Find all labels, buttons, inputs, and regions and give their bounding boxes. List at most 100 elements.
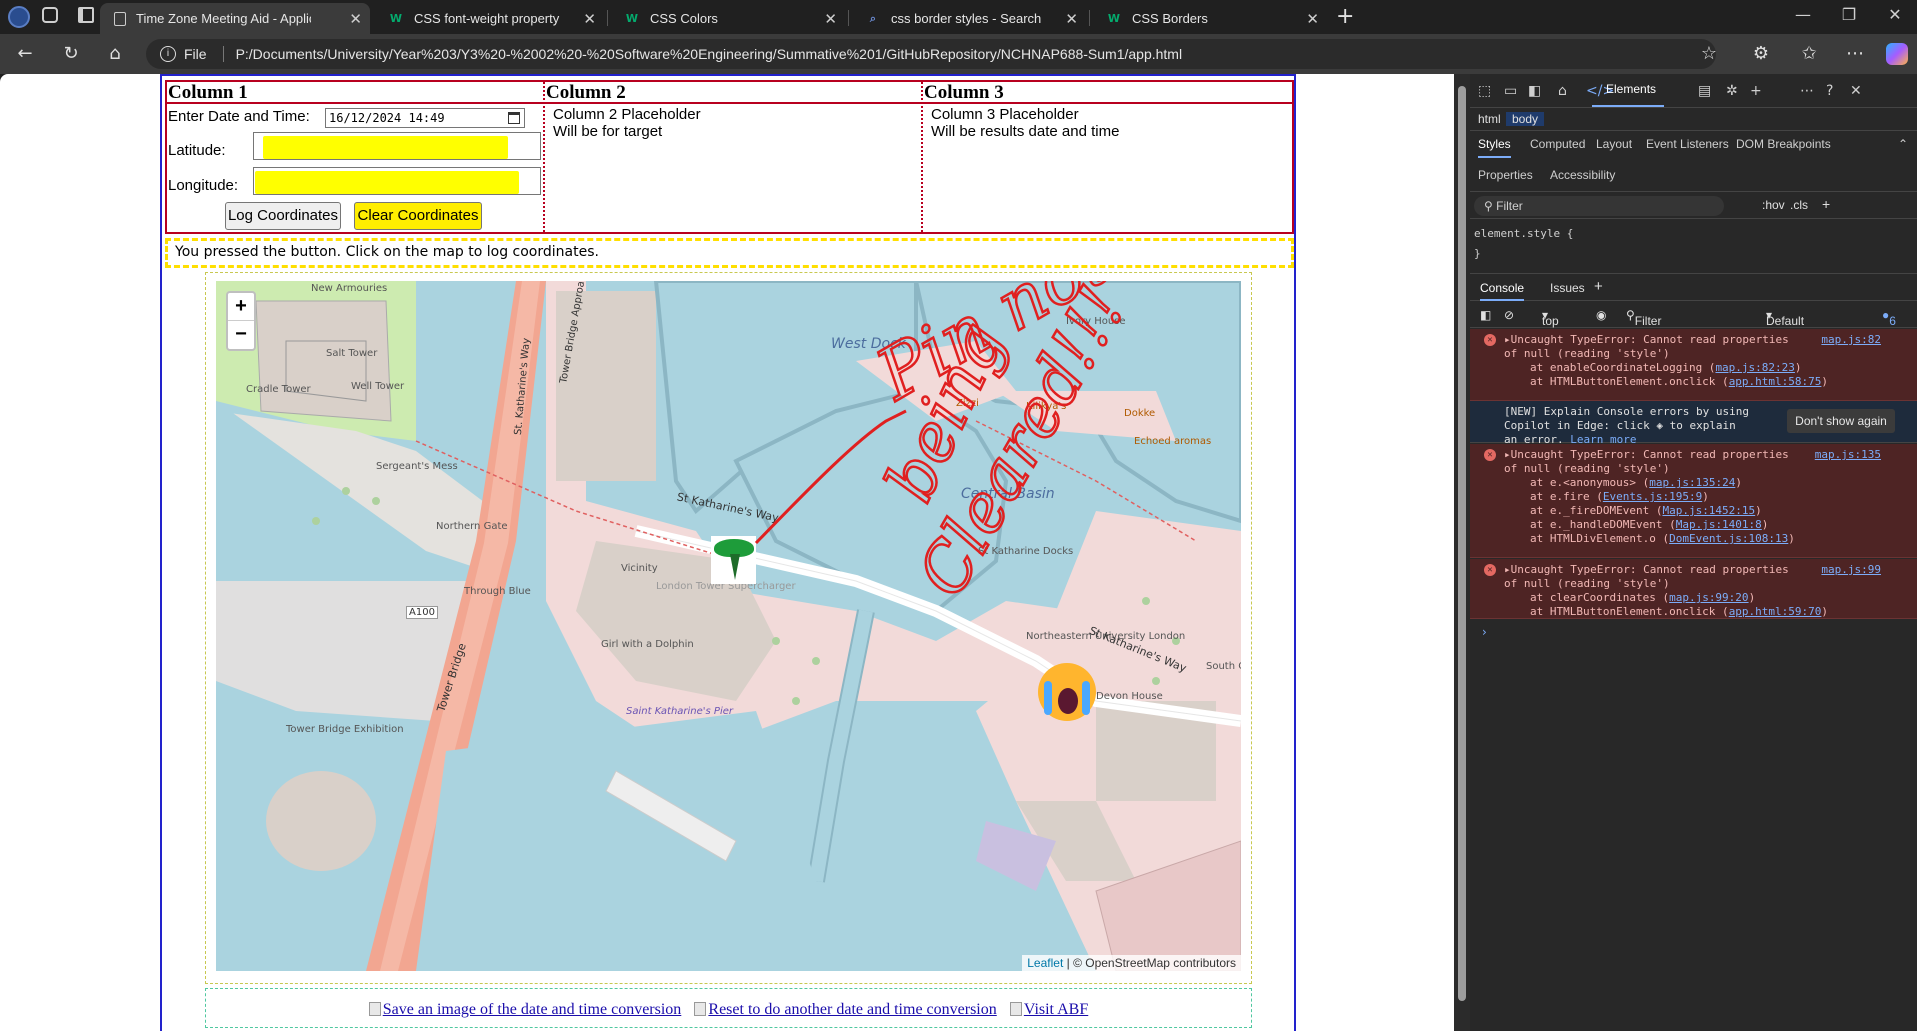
tab-css-borders[interactable]: W CSS Borders ✕ xyxy=(1092,3,1327,34)
sidebar-toggle-icon[interactable]: ◧ xyxy=(1480,308,1491,322)
stack-link[interactable]: app.html:58:75 xyxy=(1729,375,1822,388)
tab-css-colors[interactable]: W CSS Colors ✕ xyxy=(610,3,845,34)
close-tab-icon[interactable]: ✕ xyxy=(824,10,837,28)
close-tab-icon[interactable]: ✕ xyxy=(1306,10,1319,28)
tab-css-font-weight[interactable]: W CSS font-weight property ✕ xyxy=(374,3,604,34)
error-source-link[interactable]: map.js:99 xyxy=(1821,563,1881,577)
breadcrumb-html[interactable]: html xyxy=(1478,112,1501,126)
tab-event-listeners[interactable]: Event Listeners xyxy=(1646,137,1729,151)
context-selector[interactable]: top ▾ xyxy=(1542,308,1559,328)
close-devtools-icon[interactable]: ✕ xyxy=(1850,83,1862,99)
tab-styles[interactable]: Styles xyxy=(1478,137,1511,158)
close-tab-icon[interactable]: ✕ xyxy=(1065,10,1078,28)
visit-abf-link[interactable]: Visit ABF xyxy=(1009,1001,1088,1018)
console-panel-icon[interactable]: ▤ xyxy=(1698,83,1711,99)
tab-layout[interactable]: Layout xyxy=(1596,137,1632,151)
tab-actions-icon[interactable] xyxy=(78,7,94,23)
console-filter-placeholder: Filter xyxy=(1634,314,1662,328)
save-image-link[interactable]: Save an image of the date and time conve… xyxy=(368,1001,681,1018)
tab-title: CSS Borders xyxy=(1132,11,1208,26)
console-error[interactable]: ✕ ▸Uncaught TypeError: Cannot read prope… xyxy=(1470,444,1917,558)
stack-link[interactable]: Map.js:1401:8 xyxy=(1676,518,1762,531)
back-button[interactable]: ← xyxy=(12,42,38,66)
console-filter-input[interactable]: ⚲ Filter xyxy=(1626,308,1661,328)
error-source-link[interactable]: map.js:135 xyxy=(1815,448,1881,462)
leaflet-link[interactable]: Leaflet xyxy=(1027,956,1063,970)
reset-link[interactable]: Reset to do another date and time conver… xyxy=(694,1001,997,1018)
restore-button[interactable]: ❐ xyxy=(1826,5,1872,24)
dock-side-icon[interactable]: ◧ xyxy=(1528,83,1541,99)
map-label: Sergeant's Mess xyxy=(376,461,458,472)
live-expression-icon[interactable]: ◉ xyxy=(1596,308,1606,322)
close-window-button[interactable]: ✕ xyxy=(1872,5,1917,24)
log-levels-dropdown[interactable]: Default levels ▾ xyxy=(1766,308,1804,342)
collapse-icon[interactable]: ⌃ xyxy=(1898,137,1908,151)
minimize-button[interactable]: — xyxy=(1780,5,1826,24)
device-emulation-icon[interactable]: ▭ xyxy=(1504,83,1517,99)
refresh-button[interactable]: ↻ xyxy=(58,42,84,66)
debug-icon[interactable]: ✲ xyxy=(1726,83,1738,99)
stack-link[interactable]: app.html:59:70 xyxy=(1729,605,1822,618)
page-scrollbar[interactable] xyxy=(1454,74,1470,1031)
tab-computed[interactable]: Computed xyxy=(1530,137,1585,151)
info-icon[interactable]: i xyxy=(160,46,176,62)
calendar-icon[interactable] xyxy=(508,112,520,124)
datetime-input[interactable]: 16/12/2024 14:49 xyxy=(325,108,525,128)
stack-link[interactable]: Map.js:1452:15 xyxy=(1662,504,1755,517)
add-drawer-tab-icon[interactable]: + xyxy=(1594,278,1603,295)
stack-link[interactable]: map.js:82:23 xyxy=(1715,361,1794,374)
inspect-icon[interactable]: ⬚ xyxy=(1478,83,1491,99)
new-rule-icon[interactable]: + xyxy=(1822,196,1830,212)
clear-coordinates-button[interactable]: Clear Coordinates xyxy=(354,202,482,230)
more-menu-icon[interactable]: ⋯ xyxy=(1842,42,1868,66)
map-label: Zizzi xyxy=(956,398,979,409)
clear-console-icon[interactable]: ⊘ xyxy=(1504,308,1514,322)
styles-filter-input[interactable]: ⚲ Filter xyxy=(1474,196,1724,216)
address-bar[interactable]: i File P:/Documents/University/Year%203/… xyxy=(146,39,1716,69)
tab-issues[interactable]: Issues xyxy=(1550,281,1585,295)
issues-count-badge[interactable]: ● 6 xyxy=(1882,308,1896,328)
log-coordinates-button[interactable]: Log Coordinates xyxy=(225,202,341,230)
scroll-thumb[interactable] xyxy=(1458,86,1466,1001)
console-error[interactable]: ✕ ▸Uncaught TypeError: Cannot read prope… xyxy=(1470,329,1917,401)
console-prompt[interactable]: › xyxy=(1482,625,1487,639)
extensions-icon[interactable]: ⚙ xyxy=(1748,42,1774,66)
tab-time-zone-meeting-aid[interactable]: Time Zone Meeting Aid - Applicat ✕ xyxy=(100,3,370,34)
map-label: Echoed aromas xyxy=(1134,436,1212,447)
console-error[interactable]: ✕ ▸Uncaught TypeError: Cannot read prope… xyxy=(1470,559,1917,619)
stack-frame: at e.fire (Events.js:195:9) xyxy=(1530,490,1709,503)
tab-console[interactable]: Console xyxy=(1480,281,1525,301)
close-tab-icon[interactable]: ✕ xyxy=(349,10,362,28)
zoom-out-button[interactable]: − xyxy=(228,321,254,349)
map-pin-icon[interactable] xyxy=(711,536,756,584)
stack-link[interactable]: map.js:99:20 xyxy=(1669,591,1748,604)
tab-properties[interactable]: Properties xyxy=(1478,168,1533,182)
cls-toggle[interactable]: .cls xyxy=(1790,198,1808,212)
hov-toggle[interactable]: :hov xyxy=(1762,198,1785,212)
breadcrumb-body[interactable]: body xyxy=(1506,112,1545,126)
more-tools-plus-icon[interactable]: + xyxy=(1750,83,1762,99)
close-tab-icon[interactable]: ✕ xyxy=(583,10,596,28)
stack-link[interactable]: map.js:135:24 xyxy=(1649,476,1735,489)
leaflet-map[interactable]: New Armouries Salt Tower Cradle Tower We… xyxy=(216,281,1241,971)
help-icon[interactable]: ? xyxy=(1826,83,1833,99)
tab-accessibility[interactable]: Accessibility xyxy=(1550,168,1615,182)
tab-css-border-styles-search[interactable]: ⌕ css border styles - Search ✕ xyxy=(851,3,1086,34)
tab-elements[interactable]: Elements xyxy=(1591,82,1665,107)
more-options-icon[interactable]: ⋯ xyxy=(1800,83,1814,99)
zoom-in-button[interactable]: + xyxy=(228,293,254,321)
stack-link[interactable]: Events.js:195:9 xyxy=(1603,490,1702,503)
welcome-home-icon[interactable]: ⌂ xyxy=(1558,83,1567,99)
home-button[interactable]: ⌂ xyxy=(102,42,128,66)
copilot-icon[interactable] xyxy=(1886,43,1908,65)
stack-link[interactable]: DomEvent.js:108:13 xyxy=(1669,532,1788,545)
tab-dom-breakpoints[interactable]: DOM Breakpoints xyxy=(1736,137,1831,151)
favorite-star-icon[interactable]: ☆ xyxy=(1696,42,1722,66)
new-tab-button[interactable]: + xyxy=(1336,4,1354,29)
profile-icon[interactable] xyxy=(8,6,30,28)
error-source-link[interactable]: map.js:82 xyxy=(1821,333,1881,347)
dont-show-again-button[interactable]: Don't show again xyxy=(1787,409,1895,433)
element-style-rule: element.style { } xyxy=(1474,224,1573,264)
favorites-icon[interactable]: ✩ xyxy=(1796,42,1822,66)
workspaces-icon[interactable] xyxy=(42,7,58,23)
